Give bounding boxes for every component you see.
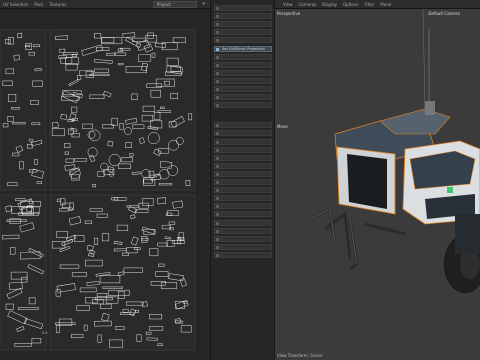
tool-button[interactable] <box>214 179 272 185</box>
uv-canvas[interactable] <box>0 10 210 360</box>
status-bar-text: View Transform: Scene <box>277 353 323 358</box>
uv-editor-panel[interactable]: UV Selection Pack Textures Project ▾ 0.0 <box>0 0 210 360</box>
3d-viewport[interactable]: View Cameras Display Options Filter Pane… <box>275 0 480 360</box>
tool-button[interactable] <box>214 187 272 194</box>
tool-button[interactable] <box>214 219 272 226</box>
tool-button[interactable] <box>214 251 272 258</box>
menu-display[interactable]: Display <box>322 2 337 7</box>
tool-button[interactable] <box>214 138 272 145</box>
tool-button[interactable] <box>214 154 272 161</box>
tool-button[interactable] <box>214 61 272 68</box>
viewport-menubar: View Cameras Display Options Filter Pane… <box>275 0 480 9</box>
tool-button[interactable] <box>214 69 272 76</box>
menu-options[interactable]: Options <box>343 2 358 7</box>
tool-button[interactable] <box>214 102 272 109</box>
tool-button[interactable] <box>214 94 272 101</box>
tool-button[interactable] <box>214 86 272 92</box>
tool-button[interactable] <box>214 13 272 20</box>
tool-button[interactable] <box>214 29 272 36</box>
menu-cameras[interactable]: Cameras <box>299 2 317 7</box>
menu-textures[interactable]: Textures <box>50 2 67 7</box>
tool-button[interactable] <box>214 170 272 177</box>
tool-button[interactable] <box>214 122 272 129</box>
tool-button[interactable] <box>214 195 272 202</box>
uv-scroll-value: 0.0 <box>42 331 48 335</box>
tool-button[interactable] <box>214 53 272 60</box>
tool-button[interactable] <box>214 146 272 153</box>
tool-button[interactable] <box>214 235 272 242</box>
tool-button[interactable] <box>214 162 272 169</box>
tool-button[interactable] <box>214 203 272 210</box>
robot-model[interactable] <box>275 9 480 349</box>
tool-button[interactable] <box>214 21 272 28</box>
tool-button[interactable] <box>214 77 272 84</box>
project-dropdown[interactable]: Project <box>153 1 197 8</box>
tool-button[interactable] <box>214 243 272 250</box>
uv-tools-panel: Set UV/Mirror Projection <box>210 0 275 360</box>
uv-mirror-projection-button[interactable]: Set UV/Mirror Projection <box>214 45 272 52</box>
tool-button[interactable] <box>214 5 272 11</box>
tool-button[interactable] <box>214 227 272 234</box>
menu-view[interactable]: View <box>283 2 293 7</box>
tool-button[interactable] <box>214 211 272 218</box>
tool-button[interactable] <box>214 130 272 137</box>
tool-button[interactable] <box>214 37 272 44</box>
chevron-down-icon[interactable]: ▾ <box>202 1 205 7</box>
menu-panel[interactable]: Panel <box>380 2 391 7</box>
menu-uv-selection[interactable]: UV Selection <box>3 2 28 7</box>
menu-filter[interactable]: Filter <box>364 2 374 7</box>
menu-pack[interactable]: Pack <box>34 2 43 7</box>
